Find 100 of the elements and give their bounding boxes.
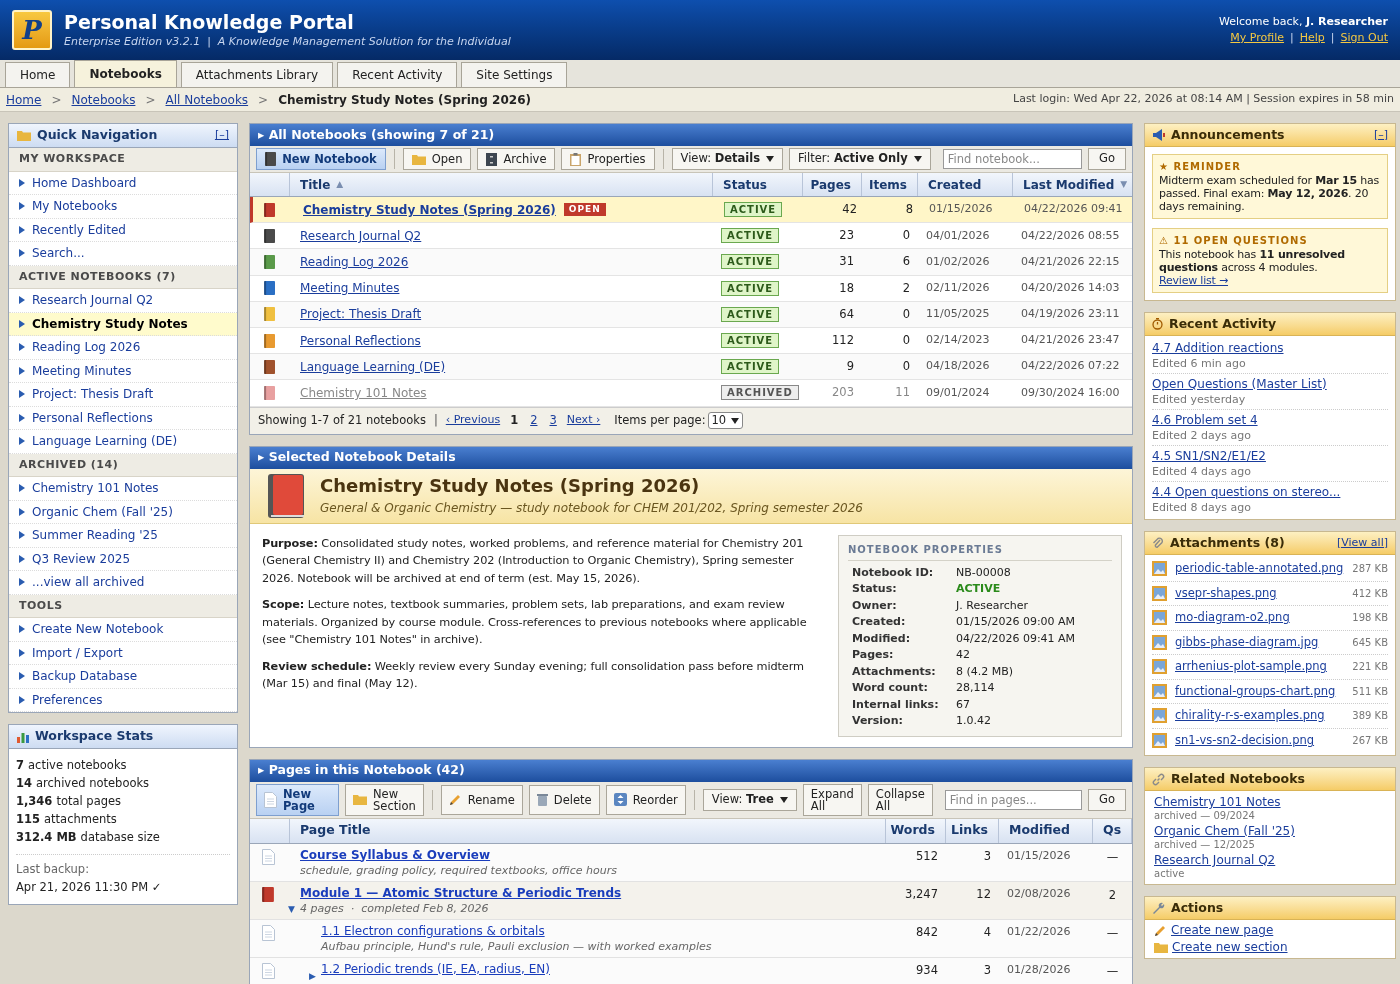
nav-item[interactable]: Home Dashboard (9, 171, 237, 195)
collapse-link[interactable]: [–] (214, 127, 229, 144)
search-field[interactable]: Find in pages... (944, 789, 1083, 810)
toolbar-button[interactable]: New Section (345, 783, 424, 816)
view-all-link[interactable]: [View all] (1336, 534, 1388, 552)
tab[interactable]: Home (5, 62, 71, 87)
toolbar-button[interactable]: Expand All (802, 783, 862, 816)
toolbar-button[interactable]: New Notebook (256, 148, 386, 170)
nav-item[interactable]: Personal Reflections (9, 406, 237, 430)
column-header[interactable]: Status (723, 175, 767, 194)
nav-item[interactable]: Chemistry 101 Notes (9, 477, 237, 501)
attachment-link[interactable]: vsepr-shapes.png (1175, 584, 1345, 602)
activity-link[interactable]: Open Questions (Master List) (1152, 376, 1388, 392)
nav-item[interactable]: Summer Reading '25 (9, 524, 237, 548)
notebook-row[interactable]: Chemistry Study Notes (Spring 2026) OPEN ACTIVE 42 8 01/15/2026 04/22/2026 09:41 (250, 197, 1132, 224)
nav-item[interactable]: Recently Edited (9, 218, 237, 242)
column-header[interactable]: Items (869, 175, 907, 194)
action-link[interactable]: Create new page (1154, 922, 1386, 939)
toggle-arrow[interactable]: ▶ (309, 970, 316, 981)
dropdown[interactable]: Filter: Active Only (789, 148, 931, 170)
toolbar-button[interactable]: Collapse All (867, 783, 933, 816)
breadcrumb-link[interactable]: Home (6, 90, 42, 109)
nav-item[interactable]: Backup Database (9, 665, 237, 689)
attachment-link[interactable]: mo-diagram-o2.png (1175, 609, 1345, 627)
attachment-link[interactable]: gibbs-phase-diagram.jpg (1175, 633, 1345, 651)
page-row[interactable]: ▶ 1.2 Periodic trends (IE, EA, radius, EN) 934 3 01/28/2026 — (250, 957, 1132, 984)
attachment-link[interactable]: functional-groups-chart.png (1175, 682, 1345, 700)
nav-item[interactable]: Organic Chem (Fall '25) (9, 500, 237, 524)
page-link[interactable]: Module 1 — Atomic Structure & Periodic Trends (300, 885, 622, 900)
tab[interactable]: Attachments Library (180, 62, 334, 87)
toolbar-button[interactable]: Open (402, 148, 472, 170)
page-link[interactable]: 1.1 Electron configurations & orbitals (321, 923, 545, 938)
header-link[interactable]: Sign Out (1340, 30, 1388, 47)
related-link[interactable]: Organic Chem (Fall '25) (1154, 824, 1386, 839)
page-number[interactable]: 1 (508, 411, 521, 430)
activity-link[interactable]: 4.5 SN1/SN2/E1/E2 (1152, 448, 1388, 464)
previous-link[interactable]: ‹ Previous (445, 412, 501, 429)
action-link[interactable]: Create new section (1154, 939, 1386, 956)
notebook-link[interactable]: Chemistry 101 Notes (300, 383, 427, 402)
breadcrumb-link[interactable]: Notebooks (71, 90, 136, 109)
notebook-row[interactable]: Language Learning (DE) ACTIVE 9 0 04/18/2026 04/22/2026 07:22 (250, 354, 1132, 381)
nav-item[interactable]: Research Journal Q2 (9, 289, 237, 313)
notebook-link[interactable]: Personal Reflections (300, 331, 421, 350)
notebook-link[interactable]: Language Learning (DE) (300, 357, 446, 376)
toggle-arrow[interactable]: ▼ (288, 903, 295, 914)
collapse-link[interactable]: [–] (1373, 126, 1388, 144)
toolbar-button[interactable]: New Page (256, 783, 339, 816)
nav-item[interactable]: Create New Notebook (9, 618, 237, 642)
attachment-link[interactable]: sn1-vs-sn2-decision.png (1175, 732, 1345, 750)
nav-item[interactable]: Preferences (9, 688, 237, 712)
column-header[interactable]: Title (300, 175, 331, 194)
page-number[interactable]: 3 (547, 411, 559, 430)
toolbar-button[interactable]: Reorder (605, 784, 686, 815)
nav-item[interactable]: Import / Export (9, 641, 237, 665)
related-link[interactable]: Chemistry 101 Notes (1154, 795, 1386, 810)
notebook-row[interactable]: Project: Thesis Draft ACTIVE 64 0 11/05/2025 04/19/2026 23:11 (250, 301, 1132, 328)
tab[interactable]: Notebooks (74, 60, 177, 87)
notebook-link[interactable]: Project: Thesis Draft (300, 305, 422, 324)
breadcrumb-link[interactable]: All Notebooks (165, 90, 249, 109)
page-link[interactable]: 1.2 Periodic trends (IE, EA, radius, EN) (321, 961, 550, 976)
page-row[interactable]: Course Syllabus & Overview schedule, grading policy, required textbooks, office hours 512 3 01/15/2026 — (250, 843, 1132, 882)
dropdown[interactable]: View: Tree (702, 788, 797, 811)
toolbar-button[interactable]: Delete (528, 784, 600, 815)
go-button[interactable]: Go (1088, 788, 1126, 811)
column-header[interactable]: Modified (999, 818, 1093, 843)
tab[interactable]: Recent Activity (337, 62, 458, 87)
attachment-link[interactable]: arrhenius-plot-sample.png (1175, 658, 1345, 676)
next-link[interactable]: Next › (566, 412, 601, 429)
toolbar-button[interactable]: Rename (440, 784, 523, 815)
notebook-link[interactable]: Reading Log 2026 (300, 252, 409, 271)
page-row[interactable]: ▼ Module 1 — Atomic Structure & Periodic Trends 4 pages · completed Feb 8, 2026 3,247 12 02/08/2026 2 (250, 881, 1132, 920)
nav-item[interactable]: ...view all archived (9, 571, 237, 595)
nav-item[interactable]: Reading Log 2026 (9, 336, 237, 360)
notebook-link[interactable]: Meeting Minutes (300, 279, 400, 298)
go-button[interactable]: Go (1088, 148, 1126, 170)
activity-link[interactable]: 4.7 Addition reactions (1152, 340, 1388, 356)
nav-item[interactable]: Project: Thesis Draft (9, 383, 237, 407)
page-link[interactable]: Course Syllabus & Overview (300, 847, 491, 862)
nav-item[interactable]: Language Learning (DE) (9, 430, 237, 454)
nav-item[interactable]: Chemistry Study Notes (9, 312, 237, 336)
attachment-link[interactable]: chirality-r-s-examples.png (1175, 707, 1345, 725)
nav-item[interactable]: My Notebooks (9, 195, 237, 219)
attachment-link[interactable]: periodic-table-annotated.png (1175, 560, 1345, 578)
column-header[interactable]: Last Modified (1023, 175, 1115, 194)
tab[interactable]: Site Settings (461, 62, 568, 87)
notice-link[interactable]: Review list → (1159, 274, 1228, 287)
notebook-link[interactable]: Research Journal Q2 (300, 226, 422, 245)
nav-item[interactable]: Search... (9, 242, 237, 266)
per-page-select[interactable]: 10 (707, 412, 744, 429)
column-header[interactable]: Created (928, 175, 982, 194)
notebook-link[interactable]: Chemistry Study Notes (Spring 2026) (303, 200, 556, 219)
dropdown[interactable]: View: Details (671, 148, 784, 170)
page-number[interactable]: 2 (528, 411, 540, 430)
page-row[interactable]: 1.1 Electron configurations & orbitals Aufbau principle, Hund's rule, Pauli exclusion — with worked examples 842 4 01/22/2026 — (250, 919, 1132, 958)
column-header[interactable]: Links (946, 818, 999, 843)
header-link[interactable]: Help (1299, 30, 1325, 47)
toolbar-button[interactable]: Archive (477, 148, 556, 170)
activity-link[interactable]: 4.4 Open questions on stereo... (1152, 484, 1388, 500)
column-header[interactable]: Pages (810, 175, 851, 194)
column-header[interactable]: Qs (1093, 818, 1133, 843)
